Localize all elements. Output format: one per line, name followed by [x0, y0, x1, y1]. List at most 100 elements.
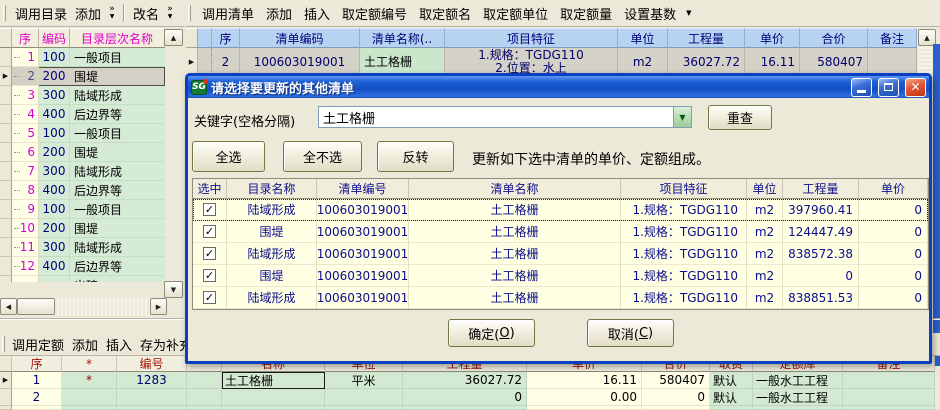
header-list-name: 清单名称(..: [360, 28, 445, 48]
header-indicator-cell: [0, 356, 12, 372]
row-checkbox[interactable]: ✓: [203, 225, 216, 238]
checkmark-icon: ✓: [205, 270, 214, 281]
toolbar-overflow-icon[interactable]: »▼: [105, 6, 119, 20]
dialog-body: 关键字(空格分隔) 土工格栅 ▼ 重查 全选 全不选 反转 更新如下选中清单的单…: [188, 98, 929, 361]
scroll-left-icon[interactable]: ◀: [0, 298, 17, 315]
table-row[interactable]: 1100一般项目: [0, 48, 165, 67]
row-checkbox[interactable]: ✓: [203, 247, 216, 260]
header-feature: 项目特征: [621, 179, 747, 199]
toolbar-overflow-icon[interactable]: »▼: [163, 6, 177, 20]
row-checkbox[interactable]: ✓: [203, 291, 216, 304]
table-row[interactable]: ✓ 陆域形成 100603019001 土工格栅 1.规格：TGDG110 m2…: [193, 287, 928, 309]
checkmark-icon: ✓: [205, 204, 214, 215]
checkmark-icon: ✓: [205, 292, 214, 303]
scroll-down-icon[interactable]: ▼: [164, 281, 183, 298]
catalog-table: 序 编码 目录层次名称 1100一般项目 ▶2200围堤 3300陆域形成 44…: [0, 28, 165, 282]
row-checkbox[interactable]: ✓: [203, 203, 216, 216]
call-quota-button[interactable]: 调用定额: [8, 334, 68, 354]
table-row[interactable]: 12400后边界等: [0, 257, 165, 276]
row-group-cell: [198, 48, 212, 73]
table-row[interactable]: 4400后边界等: [0, 105, 165, 124]
keyword-combobox[interactable]: 土工格栅 ▼: [318, 106, 692, 128]
table-row[interactable]: ✓ 围堤 100603019001 土工格栅 1.规格：TGDG110 m2 1…: [193, 221, 928, 243]
header-price: 单价: [859, 179, 928, 199]
table-row[interactable]: ✓ 陆域形成 100603019001 土工格栅 1.规格：TGDG110 m2…: [193, 243, 928, 265]
toolbar-grip[interactable]: [3, 5, 6, 21]
add-button[interactable]: 添加: [68, 334, 102, 354]
scroll-right-icon[interactable]: ▶: [150, 298, 167, 315]
ok-button[interactable]: 确定(O): [448, 319, 535, 347]
take-quota-code-button[interactable]: 取定额编号: [336, 3, 413, 23]
combobox-dropdown-icon[interactable]: ▼: [673, 107, 691, 127]
minimize-button[interactable]: [851, 78, 872, 97]
set-base-button[interactable]: 设置基数: [618, 3, 682, 23]
call-catalog-button[interactable]: 调用目录: [11, 3, 71, 23]
call-list-button[interactable]: 调用清单: [196, 3, 260, 23]
list-table-header: 序 清单编码 清单名称(.. 项目特征 单位 工程量 单价 合价 备注: [186, 28, 917, 48]
focused-cell[interactable]: 土工格栅: [222, 372, 325, 389]
toolbar-dropdown-icon[interactable]: ▼: [686, 9, 691, 17]
table-row[interactable]: 6200围堤: [0, 143, 165, 162]
table-row[interactable]: 2 0 0.00 0 默认 一般水工工程: [0, 389, 935, 406]
scrollbar-thumb[interactable]: [17, 298, 55, 315]
add-catalog-button[interactable]: 添加: [71, 3, 105, 23]
keyword-value[interactable]: 土工格栅: [319, 107, 673, 127]
table-row-partial: [0, 406, 935, 410]
header-note: 备注: [868, 28, 917, 48]
table-row[interactable]: 11300陆域形成: [0, 238, 165, 257]
take-quota-unit-button[interactable]: 取定额单位: [477, 3, 554, 23]
table-row[interactable]: 8400后边界等: [0, 181, 165, 200]
row-checkbox[interactable]: ✓: [203, 269, 216, 282]
table-row[interactable]: 7300陆域形成: [0, 162, 165, 181]
header-name: 清单名称: [409, 179, 621, 199]
scrollbar-track[interactable]: [17, 298, 150, 315]
close-button[interactable]: ✕: [905, 78, 926, 97]
header-qty: 工程量: [668, 28, 745, 48]
dialog-table-header: 选中 目录名称 清单编号 清单名称 项目特征 单位 工程量 单价: [193, 179, 928, 199]
maximize-button[interactable]: [878, 78, 899, 97]
toolbar-separator: [123, 4, 125, 22]
add-button[interactable]: 添加: [260, 3, 298, 23]
select-all-button[interactable]: 全选: [192, 141, 265, 172]
toolbar-grip[interactable]: [2, 336, 5, 352]
header-checked: 选中: [193, 179, 227, 199]
table-row[interactable]: 5100一般项目: [0, 124, 165, 143]
table-row-selected[interactable]: ▶ 1 * 1283 土工格栅 平米 36027.72 16.11 580407…: [0, 372, 935, 389]
toolbar-grip[interactable]: [188, 5, 191, 21]
header-price: 单价: [745, 28, 800, 48]
dialog-table: 选中 目录名称 清单编号 清单名称 项目特征 单位 工程量 单价 ✓ 陆域形成 …: [192, 178, 929, 310]
table-row[interactable]: ✓ 围堤 100603019001 土工格栅 1.规格：TGDG110 m2 0…: [193, 265, 928, 287]
list-table: 序 清单编码 清单名称(.. 项目特征 单位 工程量 单价 合价 备注 ▶ 2 …: [186, 28, 917, 73]
requery-button[interactable]: 重查: [708, 105, 772, 130]
table-row[interactable]: ✓ 陆域形成 100603019001 土工格栅 1.规格：TGDG110 m2…: [193, 199, 928, 221]
catalog-toolbar: 调用目录 添加 »▼ 改名 »▼: [0, 0, 184, 27]
header-indicator-cell: [0, 28, 12, 48]
header-group-cell: [198, 28, 212, 48]
take-quota-name-button[interactable]: 取定额名: [413, 3, 477, 23]
table-row-partial[interactable]: 出碴: [0, 276, 165, 282]
dialog-titlebar[interactable]: SG 请选择要更新的其他清单 ✕: [188, 76, 929, 98]
table-row[interactable]: 3300陆域形成: [0, 86, 165, 105]
rename-button[interactable]: 改名: [129, 3, 163, 23]
table-row[interactable]: 9100一般项目: [0, 200, 165, 219]
list-toolbar: 调用清单 添加 插入 取定额编号 取定额名 取定额单位 取定额量 设置基数 ▼: [185, 0, 940, 27]
header-code: 清单编号: [317, 179, 409, 199]
checkmark-icon: ✓: [205, 226, 214, 237]
take-quota-qty-button[interactable]: 取定额量: [554, 3, 618, 23]
insert-button[interactable]: 插入: [298, 3, 336, 23]
header-indicator-cell: [186, 28, 198, 48]
scroll-up-icon[interactable]: ▲: [164, 29, 183, 46]
table-row[interactable]: 10200围堤: [0, 219, 165, 238]
header-qty: 工程量: [783, 179, 859, 199]
select-none-button[interactable]: 全不选: [283, 141, 362, 172]
dialog-hint: 更新如下选中清单的单价、定额组成。: [472, 149, 710, 169]
table-row-selected[interactable]: ▶2200围堤: [0, 67, 165, 86]
header-name: 目录层次名称: [70, 28, 165, 48]
cancel-button[interactable]: 取消(C): [587, 319, 674, 347]
table-row-selected[interactable]: ▶ 2 100603019001 土工格栅 1.规格：TGDG1102.位置：水…: [186, 48, 917, 73]
insert-button[interactable]: 插入: [102, 334, 136, 354]
header-unit: 单位: [747, 179, 783, 199]
invert-selection-button[interactable]: 反转: [377, 141, 454, 172]
header-code: 编号: [117, 356, 187, 372]
header-star: *: [62, 356, 117, 372]
